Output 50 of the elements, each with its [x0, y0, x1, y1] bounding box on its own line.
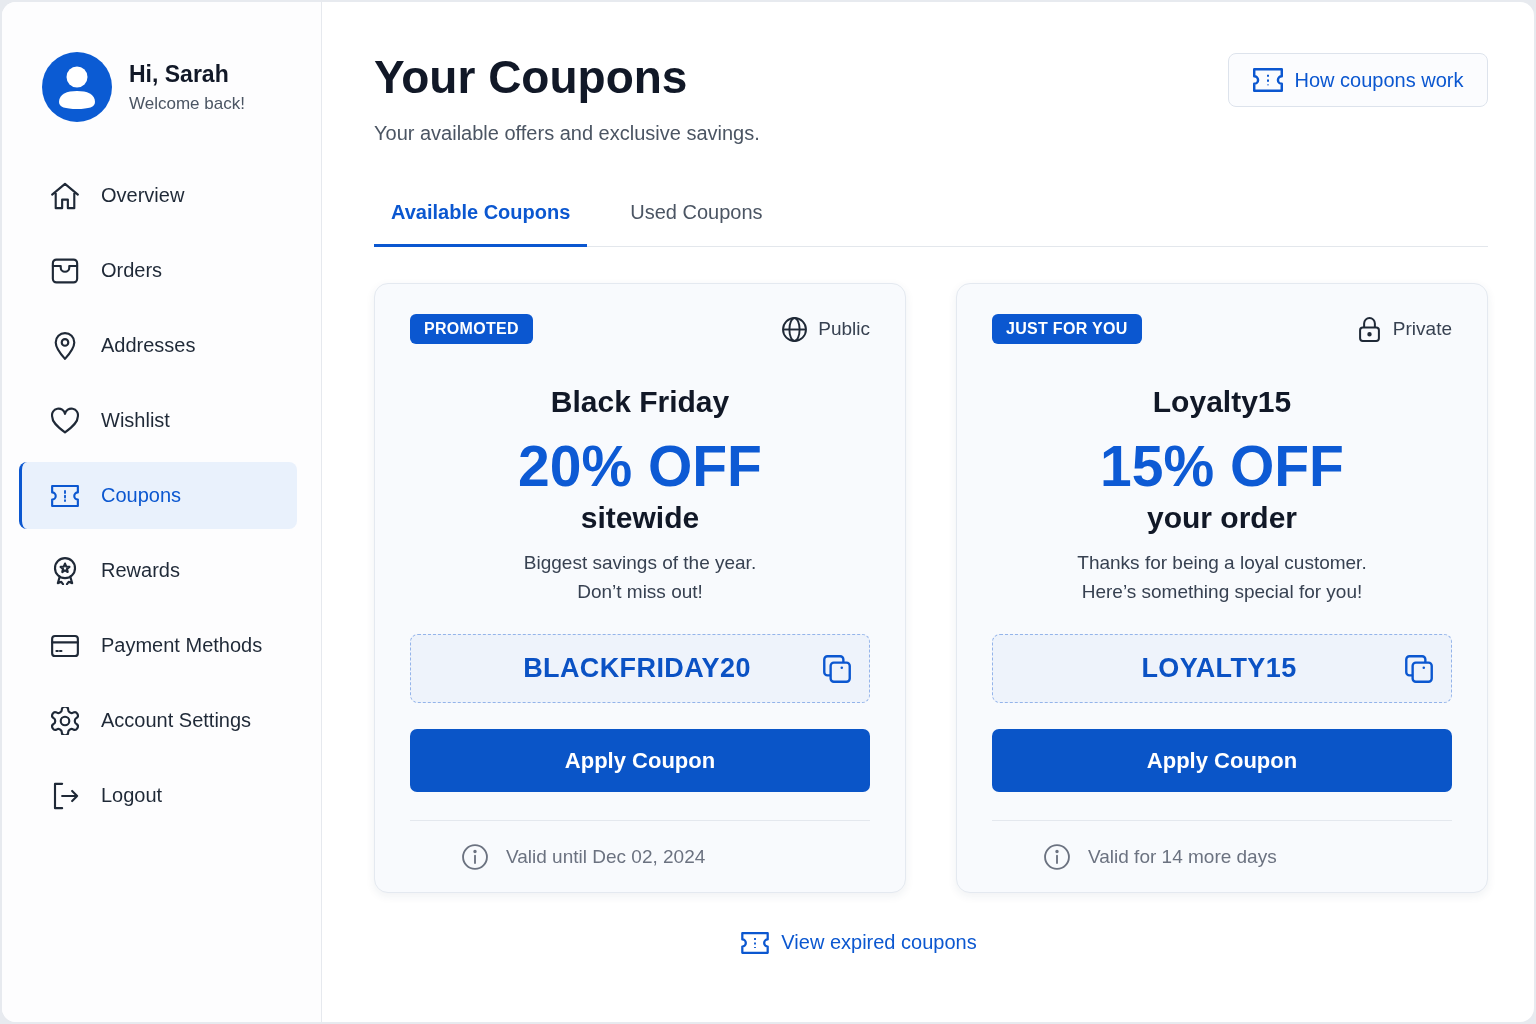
globe-icon [782, 316, 808, 342]
apply-coupon-button[interactable]: Apply Coupon [992, 729, 1452, 792]
discount-text: 20% OFF [518, 434, 762, 498]
nav-item[interactable]: Addresses [19, 312, 297, 379]
nav-item[interactable]: Coupons [19, 462, 297, 529]
expired-coupons-link[interactable]: View expired coupons [741, 931, 977, 954]
info-icon [1044, 844, 1070, 870]
welcome-text: Welcome back! [129, 93, 245, 114]
user-greeting: Hi, Sarah [129, 60, 230, 88]
coupon-title: Black Friday [550, 384, 730, 420]
home-icon [51, 181, 79, 210]
ticket-icon [1252, 68, 1283, 92]
apply-coupon-button[interactable]: Apply Coupon [410, 729, 870, 792]
discount-scope: your order [1147, 500, 1297, 536]
nav-item[interactable]: Account Settings [19, 687, 297, 754]
nav-item[interactable]: Overview [19, 162, 297, 229]
visibility-label: Private [1392, 318, 1452, 340]
coupon-code: BLACKFRIDAY20 [522, 653, 752, 684]
visibility-label: Public [818, 318, 870, 340]
page-title: Your Coupons [374, 50, 689, 105]
coupon-title: Loyalty15 [1152, 384, 1292, 420]
settings-icon [51, 706, 79, 735]
discount-scope: sitewide [580, 500, 700, 536]
page-subtitle: Your available offers and exclusive savings. [374, 122, 760, 145]
coupon-code: LOYALTY15 [1140, 653, 1298, 684]
coupon-tag: JUST FOR YOU [992, 314, 1142, 344]
validity-text: Valid for 14 more days [1088, 846, 1277, 868]
tray-icon [51, 256, 79, 285]
help-button[interactable]: How coupons work [1228, 53, 1488, 107]
coupon-tag: PROMOTED [410, 314, 533, 344]
nav-item[interactable]: Payment Methods [19, 612, 297, 679]
copy-icon[interactable] [823, 654, 851, 683]
rosette-icon [51, 556, 79, 585]
ticket-icon [741, 931, 770, 954]
lock-icon [1356, 316, 1382, 342]
info-icon [462, 844, 488, 870]
logout-icon [51, 781, 79, 810]
tab[interactable]: Used Coupons [613, 181, 780, 247]
nav-item[interactable]: Rewards [19, 537, 297, 604]
nav-item[interactable]: Logout [19, 762, 297, 829]
tab[interactable]: Available Coupons [374, 181, 588, 247]
heart-icon [51, 406, 79, 435]
coupon-description: Thanks for being a loyal customer. Here’s something special for you! [1077, 551, 1367, 604]
coupon-description: Biggest savings of the year. Don’t miss out! [523, 551, 757, 604]
validity-text: Valid until Dec 02, 2024 [506, 846, 706, 868]
avatar-icon [42, 52, 112, 122]
nav-item[interactable]: Orders [19, 237, 297, 304]
copy-icon[interactable] [1405, 654, 1433, 683]
nav-item[interactable]: Wishlist [19, 387, 297, 454]
discount-text: 15% OFF [1100, 434, 1344, 498]
